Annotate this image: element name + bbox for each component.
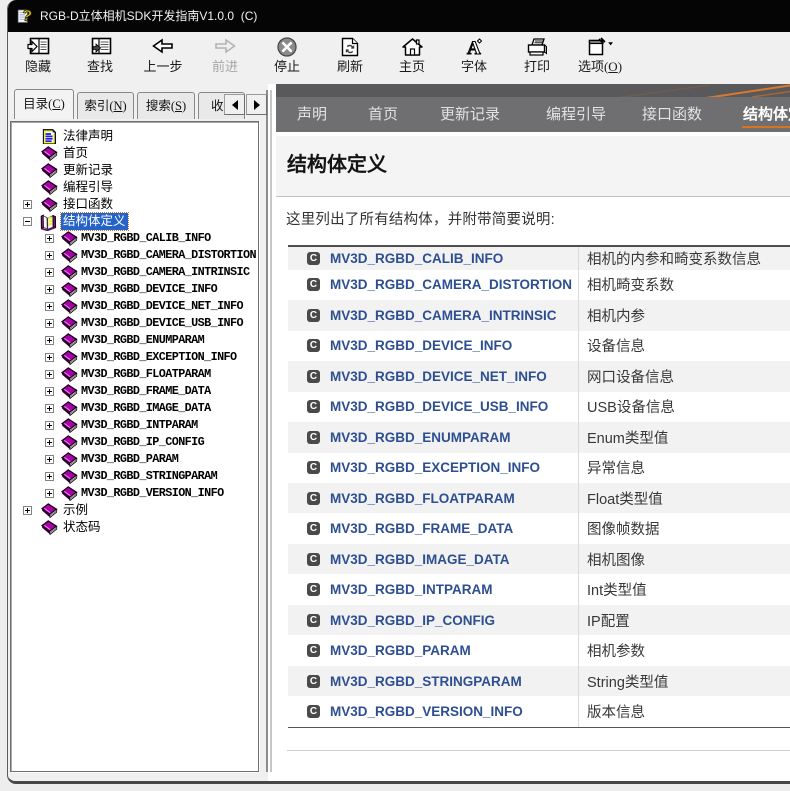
svg-text:?: ? <box>21 8 33 24</box>
